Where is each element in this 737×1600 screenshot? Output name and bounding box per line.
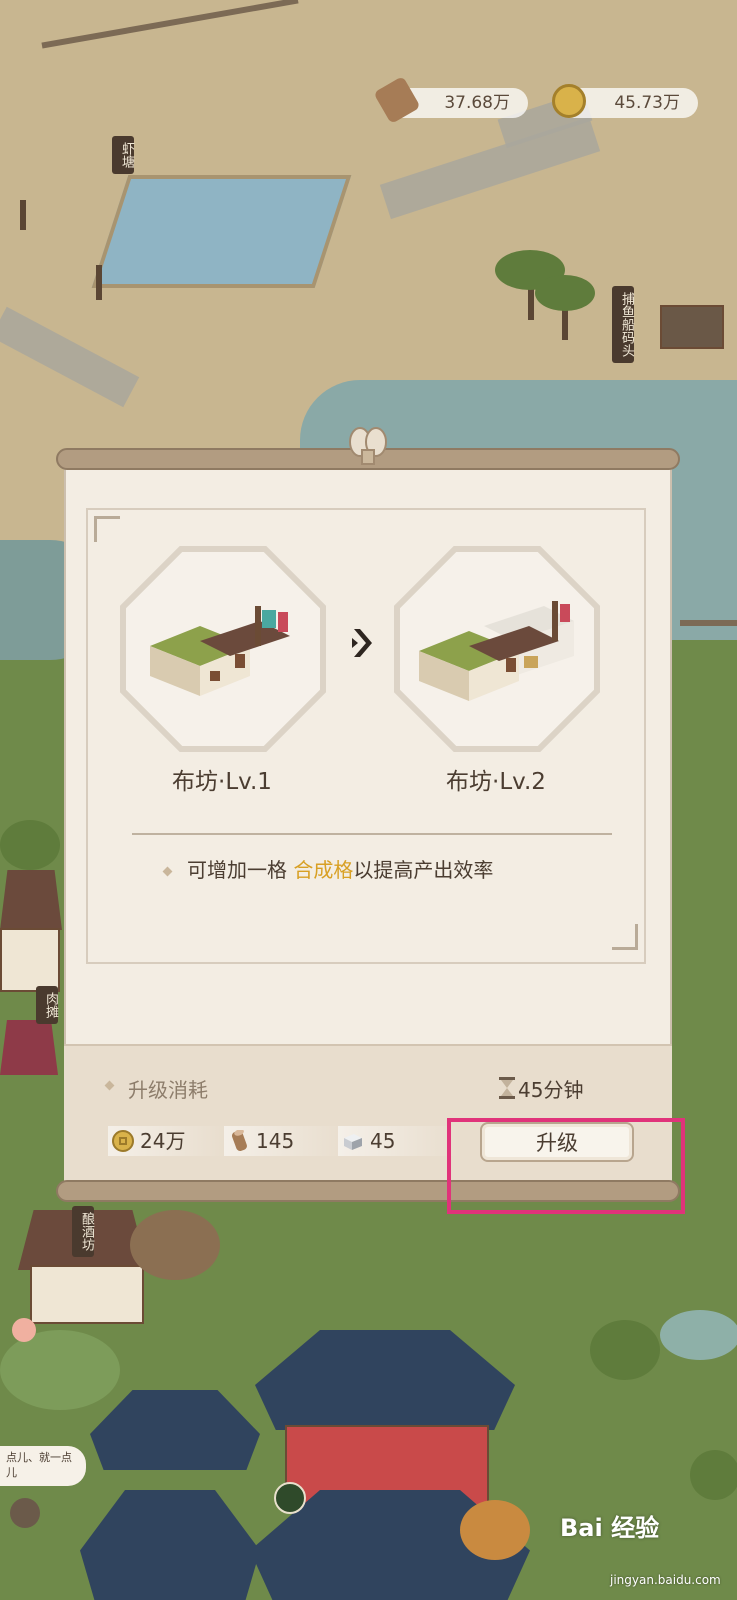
watermark-url: jingyan.baidu.com — [610, 1573, 721, 1587]
blossom-tree — [0, 1330, 120, 1410]
upgrade-dialog: 布坊·Lv.1 布坊·Lv.2 可增加一格 合成格以提高产出效率 升级消耗 45… — [56, 427, 680, 1212]
cost-wood: 145 — [224, 1126, 346, 1156]
corner-ornament — [612, 924, 638, 950]
brewery-wall[interactable] — [30, 1265, 144, 1324]
cloth-workshop-lv1-image — [150, 606, 290, 696]
upgrade-time-value: 45分钟 — [518, 1078, 584, 1102]
cost-coins-amount: 24万 — [140, 1129, 186, 1153]
wood-log-icon — [232, 1130, 247, 1151]
description-highlight: 合成格 — [293, 858, 354, 882]
watermark-brand: Bai 经验 — [560, 1514, 660, 1542]
fence — [680, 620, 737, 626]
sign-shrimp-pond[interactable]: 虾塘 — [112, 136, 134, 174]
villager-avatar[interactable] — [10, 1498, 40, 1528]
description-prefix: 可增加一格 — [187, 858, 294, 882]
sign-brewery[interactable]: 酿酒坊 — [72, 1206, 94, 1257]
diamond-bullet-icon — [104, 1080, 115, 1091]
building-frame-current — [120, 546, 326, 752]
tree — [590, 1320, 660, 1380]
cost-stone: 45 — [338, 1126, 460, 1156]
tree-trunk — [96, 265, 102, 300]
sign-fishing-dock[interactable]: 捕鱼船码头 — [612, 286, 634, 363]
tree — [0, 820, 60, 870]
cost-stone-amount: 45 — [370, 1129, 396, 1153]
coin-amount: 45.73万 — [614, 93, 680, 113]
small-pond — [660, 1310, 737, 1360]
tree — [535, 275, 595, 311]
dock-pier[interactable] — [660, 305, 724, 349]
chat-bubble[interactable]: 点儿、就一点儿 — [0, 1446, 86, 1486]
house-wall[interactable] — [0, 928, 60, 992]
wood-amount: 37.68万 — [444, 93, 510, 113]
diamond-bullet-icon — [162, 866, 173, 877]
coin-icon — [112, 1130, 134, 1152]
upgrade-time: 45分钟 — [499, 1074, 584, 1103]
tree — [690, 1450, 737, 1500]
wine-barrels — [130, 1210, 220, 1280]
autumn-tree — [460, 1500, 530, 1560]
next-level-label: 布坊·Lv.2 — [446, 769, 546, 795]
ribbon-knot-icon — [349, 427, 387, 465]
shrimp-pond[interactable] — [91, 175, 352, 288]
map-marker-icon[interactable] — [274, 1482, 306, 1514]
cloth-workshop-lv2-image — [419, 601, 574, 701]
sign-meat-stall[interactable]: 肉摊 — [36, 986, 58, 1024]
building-frame-next — [394, 546, 600, 752]
tree-trunk — [20, 200, 26, 230]
cost-title: 升级消耗 — [128, 1078, 208, 1102]
corner-ornament — [94, 516, 120, 542]
chevron-right-icon — [352, 629, 372, 657]
cost-coins: 24万 — [108, 1126, 226, 1156]
description-suffix: 以提高产出效率 — [353, 858, 494, 882]
stone-block-icon — [344, 1134, 362, 1150]
upgrade-highlight-annotation — [447, 1118, 685, 1214]
meat-stall-roof[interactable] — [0, 1020, 58, 1075]
hourglass-icon — [499, 1077, 515, 1099]
current-level-label: 布坊·Lv.1 — [172, 769, 272, 795]
upgrade-description: 可增加一格 合成格以提高产出效率 — [162, 854, 494, 883]
coin-icon — [552, 84, 586, 118]
divider — [132, 833, 612, 835]
house-roof — [0, 870, 62, 930]
peach-icon[interactable] — [12, 1318, 36, 1342]
cost-wood-amount: 145 — [256, 1129, 295, 1153]
